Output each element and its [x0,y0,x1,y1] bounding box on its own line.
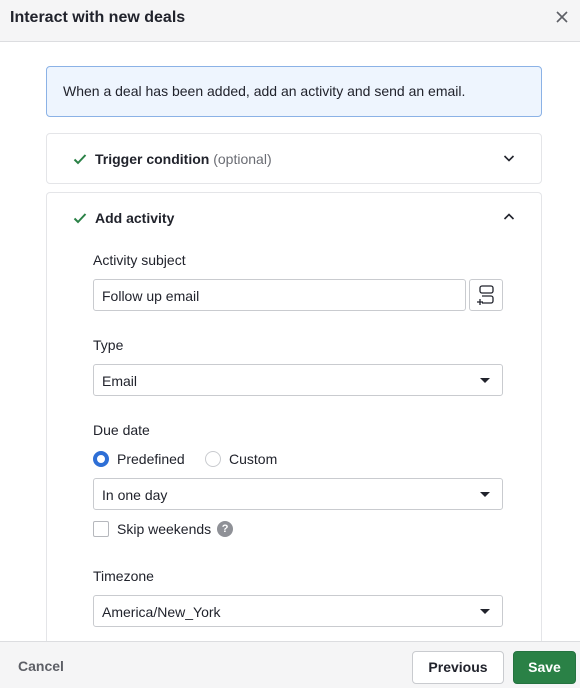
step-trigger-condition: Trigger condition (optional) [46,133,542,184]
chevron-up-icon[interactable] [503,212,515,222]
caret-down-icon [480,492,490,497]
caret-down-icon [480,609,490,614]
activity-subject-value: Follow up email [102,288,200,304]
checkbox-unchecked-icon[interactable] [93,521,109,537]
skip-weekends-checkbox[interactable]: Skip weekends ? [93,520,234,538]
type-selected-value: Email [102,373,138,389]
check-icon [73,213,87,224]
dialog-footer: Cancel Previous Save [0,641,580,688]
step-trigger-condition-header[interactable]: Trigger condition (optional) [47,134,541,184]
save-button[interactable]: Save [513,651,576,684]
type-select[interactable]: Email [93,364,503,396]
insert-field-button[interactable] [469,279,503,311]
caret-down-icon [480,378,490,383]
step-title: Add activity [95,210,174,226]
activity-subject-input[interactable]: Follow up email [93,279,466,311]
timezone-select[interactable]: America/New_York [93,595,503,627]
skip-weekends-label: Skip weekends [117,521,212,537]
activity-subject-label: Activity subject [93,252,186,268]
help-icon[interactable]: ? [217,521,234,537]
due-date-selected-value: In one day [102,487,168,503]
step-title: Trigger condition (optional) [95,151,272,167]
previous-button[interactable]: Previous [412,651,504,684]
cancel-button[interactable]: Cancel [18,658,64,674]
dialog-body[interactable]: When a deal has been added, add an activ… [0,43,580,641]
timezone-label: Timezone [93,568,154,584]
radio-label: Custom [229,451,278,467]
chevron-down-icon[interactable] [503,153,515,163]
radio-predefined[interactable]: Predefined [93,451,185,467]
insert-field-icon [477,285,494,305]
step-add-activity-header[interactable]: Add activity [47,193,541,243]
info-banner: When a deal has been added, add an activ… [46,66,542,117]
optional-label: (optional) [213,151,272,167]
type-label: Type [93,337,124,353]
dialog-title: Interact with new deals [10,9,186,26]
radio-custom[interactable]: Custom [205,451,277,467]
due-date-select[interactable]: In one day [93,478,503,510]
radio-label: Predefined [117,451,185,467]
info-banner-text: When a deal has been added, add an activ… [63,83,466,99]
dialog-header: Interact with new deals [0,0,580,42]
close-icon[interactable] [554,9,570,25]
due-date-label: Due date [93,422,150,438]
radio-unchecked-icon [205,451,221,467]
step-title-text: Add activity [95,210,175,226]
check-icon [73,154,87,165]
step-title-text: Trigger condition [95,151,210,167]
step-add-activity: Add activity Activity subject Follow up … [46,192,542,641]
radio-checked-icon [93,451,109,467]
timezone-selected-value: America/New_York [102,604,221,620]
